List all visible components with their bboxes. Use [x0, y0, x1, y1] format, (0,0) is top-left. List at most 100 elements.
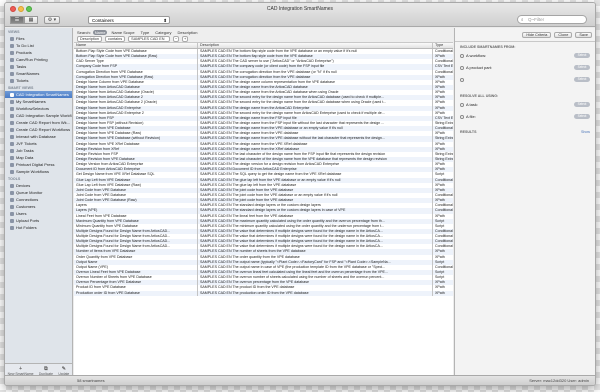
search-scope-option[interactable]: Category [153, 30, 173, 35]
column-header-type[interactable]: Type [433, 43, 453, 48]
include-section: INCLUDE SMARTNAMES FROM: A workflow: Sele… [455, 42, 595, 91]
sidebar-item[interactable]: Tasks [5, 63, 72, 70]
sidebar-item[interactable]: Products [5, 49, 72, 56]
folder-icon [10, 169, 14, 174]
filter-bar: Search: Name Name Scope Type Category Descri… [74, 28, 453, 43]
sidebar: VIEWS Files To Do List Products Cam/Run Prin… [5, 28, 73, 377]
sidebar-item-label: Sample Workflows [16, 169, 50, 174]
column-header-name[interactable]: Name [74, 43, 198, 48]
sidebar-list: VIEWS Files To Do List Products Cam/Run Prin… [5, 28, 72, 231]
sidebar-item[interactable]: CAD Integration SmartNames [5, 91, 72, 98]
sidebar-item[interactable]: Interact with Database [5, 133, 72, 140]
folder-icon [10, 148, 14, 153]
action-gear-button[interactable]: ⚙ ▾ [44, 16, 60, 24]
criteria-operator-select[interactable]: contains [105, 36, 126, 42]
select-button[interactable]: Select [574, 114, 590, 119]
sidebar-item-label: Job Tasks [16, 148, 34, 153]
sidebar-item[interactable]: My SmartNames [5, 98, 72, 105]
remove-criteria-icon[interactable]: − [173, 36, 180, 42]
cell-type: XPath [435, 290, 445, 295]
radio-button[interactable] [460, 54, 464, 58]
update-button[interactable]: ✎ Update [58, 366, 69, 376]
folder-icon [10, 197, 14, 202]
criteria-option[interactable]: A file: Select [460, 113, 590, 125]
search-scope-option[interactable]: Description [176, 30, 200, 35]
sidebar-item[interactable]: To Do List [5, 42, 72, 49]
table-row[interactable]: Production order ID from VPE Database SAM… [74, 290, 453, 296]
hide-criteria-button[interactable]: Hide Criteria [522, 32, 552, 38]
sidebar-item[interactable]: Users [5, 210, 72, 217]
sidebar-item[interactable]: Devices [5, 182, 72, 189]
sidebar-item[interactable]: Queue Monitor [5, 189, 72, 196]
save-button[interactable]: Save [575, 32, 592, 38]
folder-icon [10, 183, 14, 188]
sidebar-item[interactable]: Create CAD Report Workflows [5, 126, 72, 133]
list-view-icon[interactable]: ☰ [10, 16, 24, 24]
criteria-field-select[interactable]: Description [77, 36, 102, 42]
select-button[interactable]: Select [574, 77, 590, 82]
sidebar-item[interactable]: Files [5, 35, 72, 42]
sidebar-item[interactable]: WorkflowSelectors [5, 105, 72, 112]
criteria-option-label: A product part: [466, 65, 493, 70]
folder-icon [10, 57, 14, 62]
criteria-option[interactable]: A workflow: Select [460, 52, 590, 64]
sidebar-item[interactable]: Job Tasks [5, 147, 72, 154]
search-scope-option[interactable]: Name [92, 30, 108, 35]
sidebar-item-label: Interact with Database [16, 134, 56, 139]
sidebar-item-label: Upload Ports [16, 218, 40, 223]
sidebar-item-label: CAD Integration Sample Workfl... [16, 113, 72, 118]
sidebar-item[interactable]: Printcart Digital Press [5, 161, 72, 168]
results-show-link[interactable]: Show [581, 130, 590, 134]
sidebar-item[interactable]: Customers [5, 203, 72, 210]
sidebar-item-label: Printcart Digital Press [16, 162, 55, 167]
search-scope-option[interactable]: Name Scope [109, 30, 136, 35]
sidebar-item[interactable]: Cam/Run Printing [5, 56, 72, 63]
sidebar-item-label: Connections [16, 197, 39, 202]
cell-description: SAMPLES CAD EN The production order ID f… [198, 290, 433, 296]
select-button[interactable]: Select [574, 65, 590, 70]
sidebar-item[interactable]: Upload Ports [5, 217, 72, 224]
sidebar-item-label: JVF Tickets [16, 141, 37, 146]
resolve-list: A task: Select A file: Select [460, 101, 590, 125]
folder-icon [10, 155, 14, 160]
sidebar-group-heading: SMART VIEWS [8, 86, 34, 90]
search-scope-option[interactable]: Type [139, 30, 152, 35]
sidebar-item[interactable]: Sample Workflows [5, 168, 72, 175]
sidebar-item[interactable]: CAD Integration Sample Workfl... [5, 112, 72, 119]
sidebar-item-label: Files [16, 36, 25, 41]
sidebar-item[interactable]: Hot Folders [5, 224, 72, 231]
add-criteria-icon[interactable]: + [182, 36, 189, 42]
grid-view-icon[interactable]: ▦ [24, 16, 38, 24]
criteria-option[interactable]: A product part: Select [460, 64, 590, 76]
status-bar: 58 smartnames Server: mac12dd320 User: a… [5, 375, 595, 385]
filter-search-input[interactable]: ⌕ Q~Filter [517, 15, 587, 24]
sidebar-item[interactable]: Map Data [5, 154, 72, 161]
criteria-option[interactable]: A task: Select [460, 101, 590, 113]
sidebar-item[interactable]: JVF Tickets [5, 140, 72, 147]
sidebar-item[interactable]: Create CAD Report from Wk... [5, 119, 72, 126]
folder-icon [10, 141, 14, 146]
view-mode-switch[interactable]: ☰ ▦ [10, 16, 38, 24]
context-select[interactable]: Containers ⬍ [88, 16, 170, 24]
new-smartname-button[interactable]: + New SmartName [8, 366, 34, 376]
folder-icon [10, 127, 14, 132]
clone-button[interactable]: Clone [554, 32, 573, 38]
radio-button[interactable] [460, 103, 464, 107]
select-button[interactable]: Select [574, 102, 590, 107]
radio-button[interactable] [460, 66, 464, 70]
criteria-value-input[interactable]: SAMPLES CAD EN [128, 36, 171, 42]
sidebar-item[interactable]: Tickets [5, 77, 72, 84]
sidebar-item[interactable]: Connections [5, 196, 72, 203]
column-header-description[interactable]: Description [198, 43, 433, 48]
sidebar-item[interactable]: SmartNames [5, 70, 72, 77]
app-window: CAD Integration SmartNames ☰ ▦ ⚙ ▾ Conta… [4, 2, 596, 386]
criteria-option[interactable]: Select [460, 76, 590, 88]
sidebar-item-label: Tickets [16, 78, 29, 83]
radio-button[interactable] [460, 78, 464, 82]
duplicate-button[interactable]: ⧉ Duplicate [39, 366, 53, 376]
radio-button[interactable] [460, 115, 464, 119]
folder-icon [10, 225, 14, 230]
select-button[interactable]: Select [574, 53, 590, 58]
smartnames-table: Bottom Flap Style Code from VPE Database… [74, 49, 453, 377]
status-count: 58 smartnames [77, 378, 105, 383]
